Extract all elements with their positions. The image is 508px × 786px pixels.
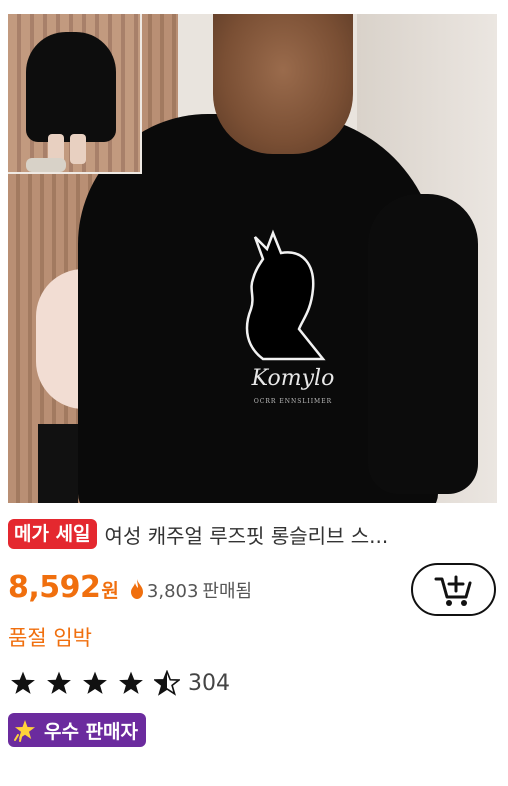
price-row: 8,592 원 3,803 판매됨 xyxy=(8,570,252,610)
rating-row[interactable]: 304 xyxy=(10,670,230,696)
star-icon xyxy=(119,671,143,694)
product-title-row[interactable]: 메가 세일 여성 캐주얼 루즈핏 롱슬리브 스... xyxy=(8,518,498,550)
sold-label: 판매됨 xyxy=(202,581,253,602)
star-icon xyxy=(11,671,35,694)
sweatshirt-sleeve xyxy=(368,194,478,494)
seller-badge-label: 우수 판매자 xyxy=(44,720,139,743)
star-icon xyxy=(83,671,107,694)
add-to-cart-button[interactable] xyxy=(411,563,496,616)
inset-thumbnail xyxy=(8,14,142,174)
mega-sale-badge: 메가 세일 xyxy=(8,519,97,549)
model-hair xyxy=(213,14,353,154)
star-icon xyxy=(47,671,71,694)
product-card[interactable]: Komylo OCRR ENNSLIIMER 메가 세일 여성 캐주얼 루즈핏 … xyxy=(0,0,508,786)
top-seller-badge: 우수 판매자 xyxy=(8,713,147,747)
model-sock xyxy=(38,424,78,503)
sold-count: 3,803 xyxy=(146,581,199,602)
review-count: 304 xyxy=(188,670,230,696)
add-to-cart-icon xyxy=(434,575,471,606)
print-brand-text: Komylo xyxy=(251,366,335,391)
print-brand-subtext: OCRR ENNSLIIMER xyxy=(253,398,333,405)
product-image[interactable]: Komylo OCRR ENNSLIIMER xyxy=(8,14,497,503)
price-value: 8,592 xyxy=(8,570,101,605)
low-stock-label: 품절 임박 xyxy=(8,626,92,650)
product-title[interactable]: 여성 캐주얼 루즈핏 롱슬리브 스... xyxy=(105,520,389,549)
half-star-icon xyxy=(154,670,180,696)
price-currency: 원 xyxy=(101,580,119,602)
fire-icon xyxy=(130,579,143,599)
cat-silhouette-print xyxy=(245,229,326,361)
sparkle-star-icon xyxy=(14,720,35,742)
